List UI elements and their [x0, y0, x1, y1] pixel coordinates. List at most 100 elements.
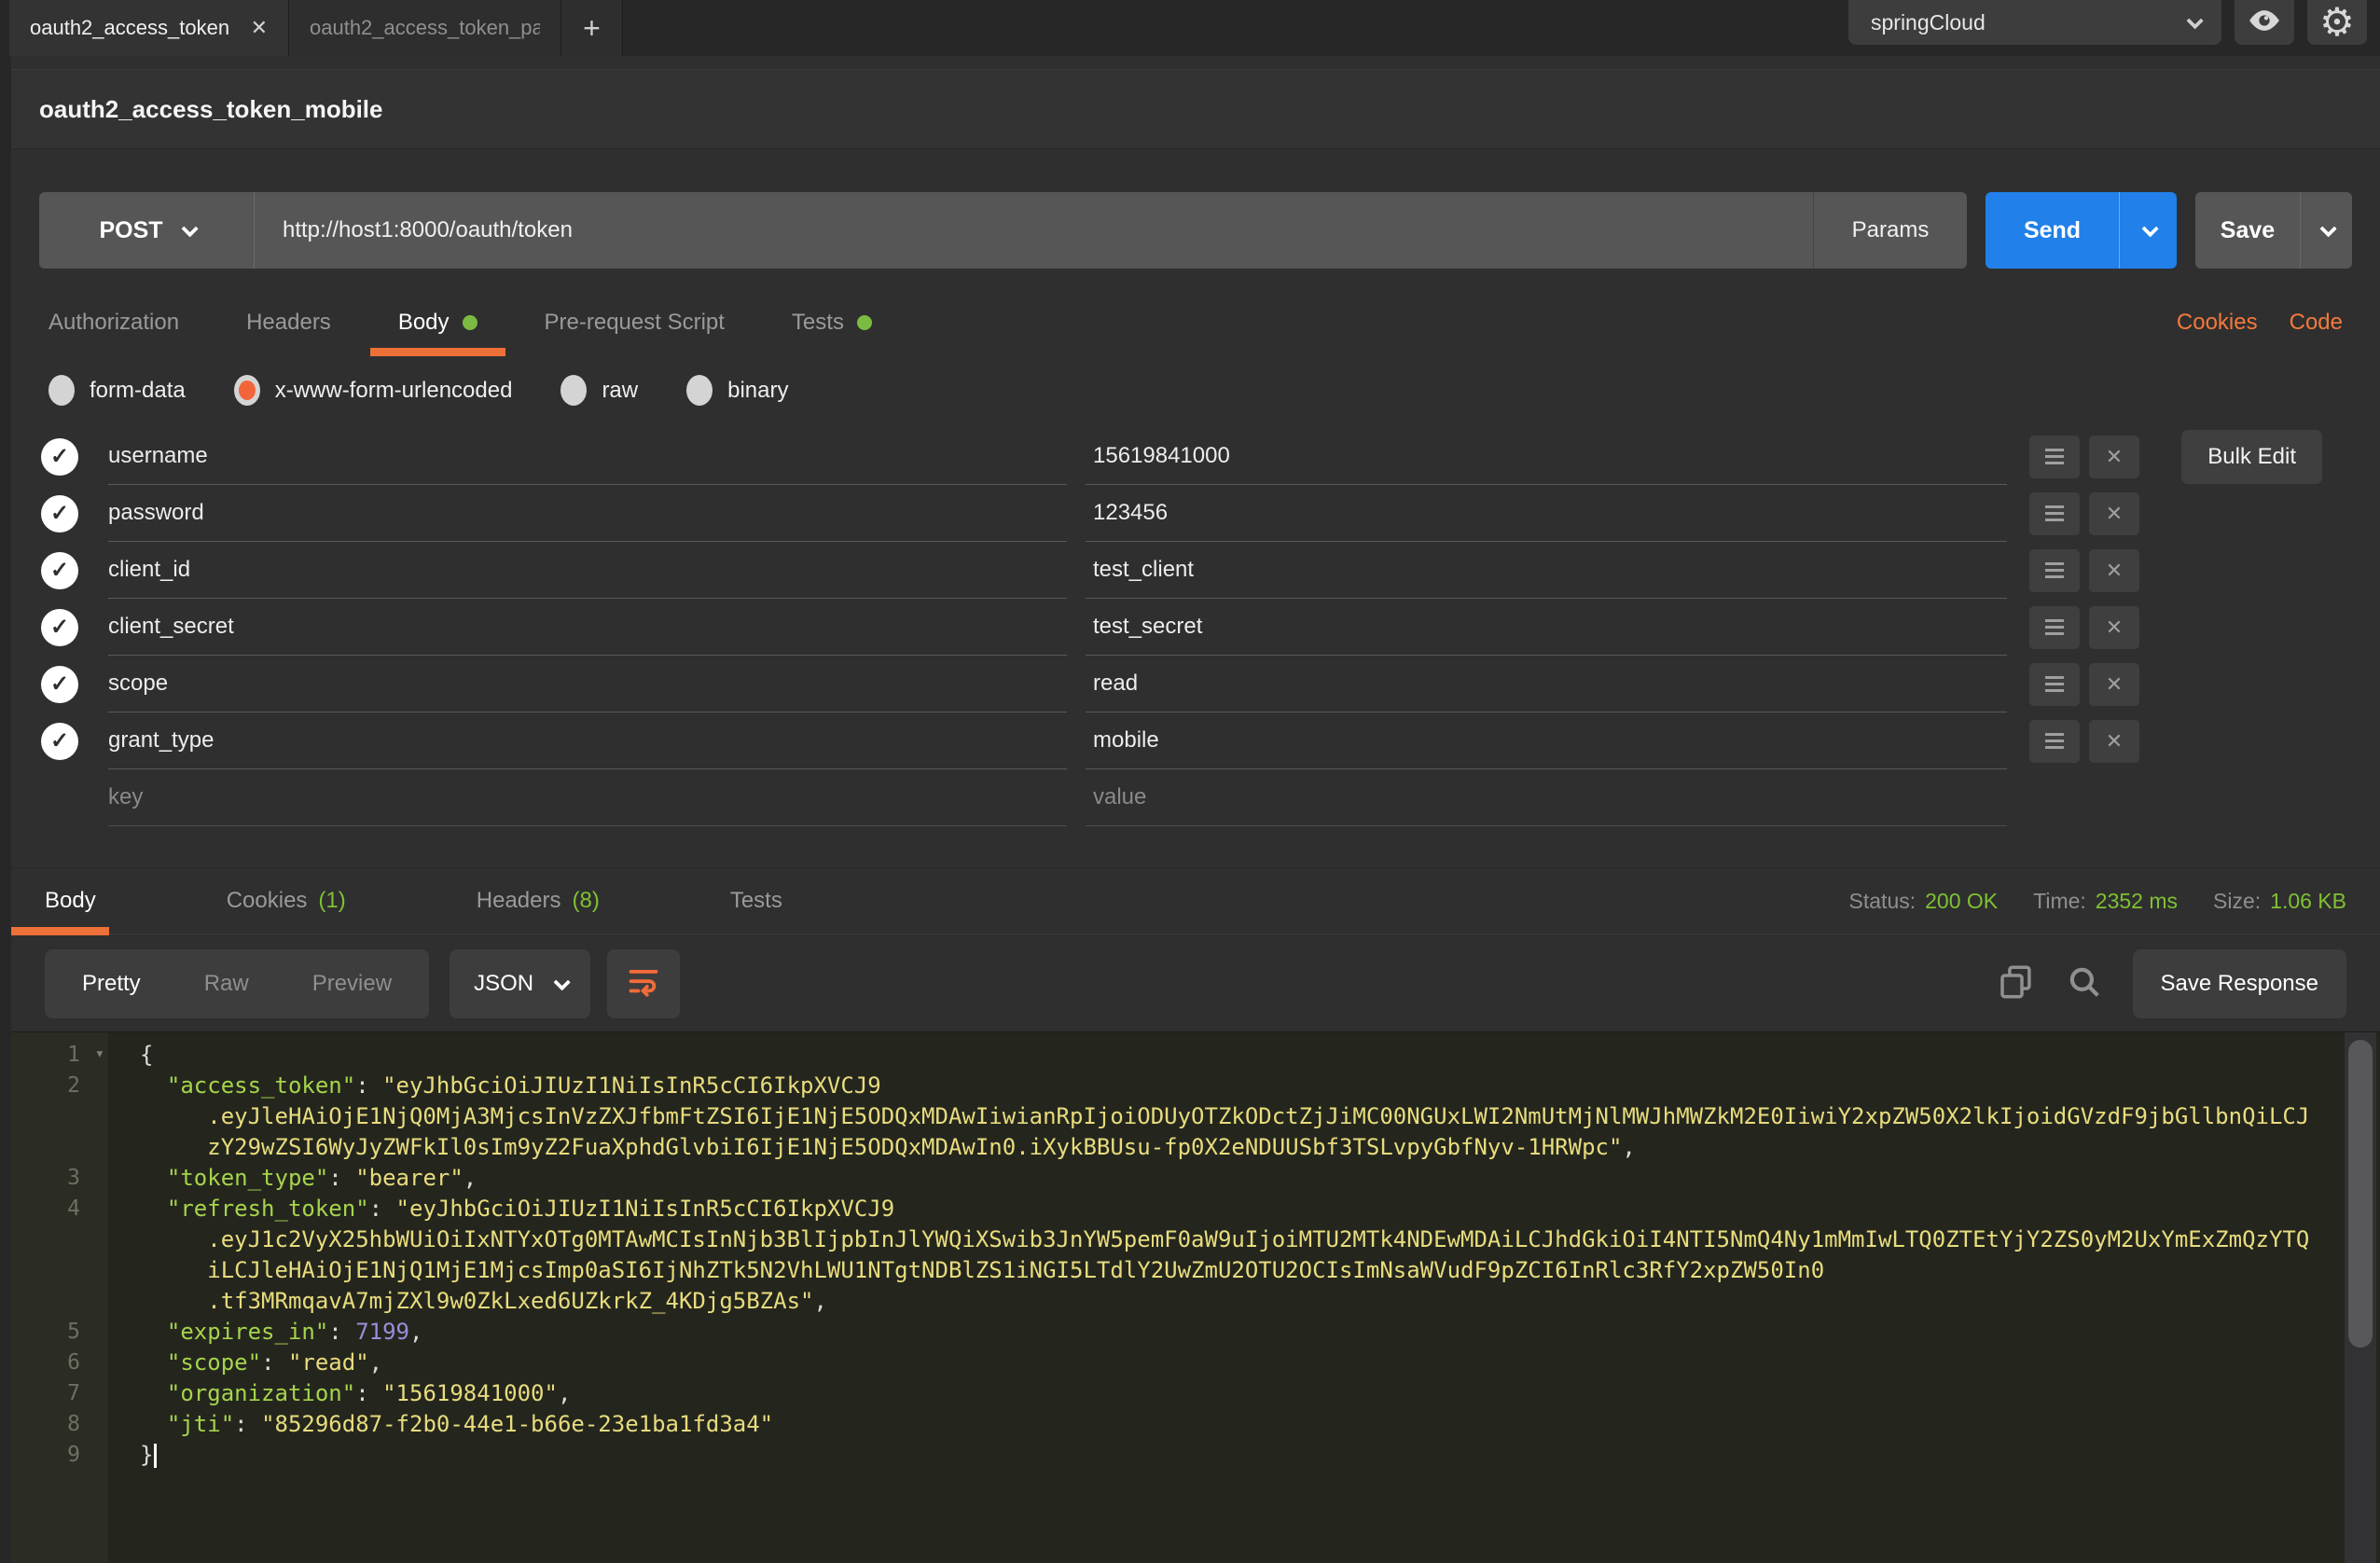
format-select[interactable]: JSON [450, 949, 590, 1018]
new-tab-button[interactable]: + [561, 0, 623, 56]
mode-form-data[interactable]: form-data [48, 375, 186, 406]
tab-tests[interactable]: Tests [792, 310, 872, 336]
send-button[interactable]: Send [1986, 192, 2119, 269]
scrollbar-thumb[interactable] [2348, 1040, 2373, 1348]
param-drag-handle[interactable] [2029, 549, 2080, 592]
code-line: zY29wZSI6WyJyZWFkIl0sIm9yZ2FuaXphdGlvbiI… [11, 1132, 2380, 1163]
param-value-field[interactable]: value [1086, 769, 2007, 826]
radio-icon[interactable] [686, 375, 713, 406]
close-icon: ✕ [2106, 672, 2123, 697]
drag-handle-icon [2045, 619, 2064, 635]
param-remove-button[interactable]: ✕ [2089, 720, 2139, 763]
param-remove-button[interactable]: ✕ [2089, 436, 2139, 478]
save-response-button[interactable]: Save Response [2133, 949, 2346, 1018]
param-drag-handle[interactable] [2029, 663, 2080, 706]
param-key-field[interactable]: scope [108, 656, 1067, 712]
mode-binary[interactable]: binary [686, 375, 788, 406]
save-options-button[interactable] [2300, 192, 2352, 269]
view-preview[interactable]: Preview [281, 971, 423, 997]
wrap-lines-button[interactable] [607, 949, 680, 1018]
bulk-edit-button[interactable]: Bulk Edit [2181, 430, 2322, 484]
param-checkbox[interactable]: ✓ [11, 428, 108, 485]
param-key-field[interactable]: password [108, 485, 1067, 542]
params-button[interactable]: Params [1813, 192, 1967, 269]
code-link[interactable]: Code [2290, 310, 2343, 336]
param-checkbox[interactable]: ✓ [11, 485, 108, 542]
request-tab-active[interactable]: oauth2_access_token_ ✕ [9, 0, 289, 56]
save-button[interactable]: Save [2195, 192, 2300, 269]
param-key-field[interactable]: username [108, 428, 1067, 485]
drag-handle-icon [2045, 562, 2064, 578]
param-row: ✓ username 15619841000 ✕ [11, 428, 2380, 485]
chevron-down-icon [2141, 220, 2158, 237]
url-input[interactable]: http://host1:8000/oauth/token [254, 192, 1813, 269]
cookies-link[interactable]: Cookies [2177, 310, 2258, 336]
tab-body[interactable]: Body [398, 310, 477, 336]
format-label: JSON [474, 971, 533, 997]
method-select[interactable]: POST [39, 192, 254, 269]
text-cursor [154, 1444, 157, 1468]
param-checkbox[interactable]: ✓ [11, 542, 108, 599]
param-value-field[interactable]: test_secret [1086, 599, 2007, 656]
param-key-field[interactable]: client_secret [108, 599, 1067, 656]
radio-icon[interactable] [48, 375, 75, 406]
param-key-field[interactable]: client_id [108, 542, 1067, 599]
line-number: 7 [11, 1378, 108, 1409]
environment-preview-button[interactable] [2235, 0, 2294, 45]
param-drag-handle[interactable] [2029, 436, 2080, 478]
copy-button[interactable] [1995, 963, 2036, 1004]
param-remove-button[interactable]: ✕ [2089, 549, 2139, 592]
response-tab-cookies[interactable]: Cookies (1) [227, 888, 346, 914]
code-line: 5 "expires_in": 7199, [11, 1317, 2380, 1348]
view-raw[interactable]: Raw [173, 971, 281, 997]
param-remove-button[interactable]: ✕ [2089, 492, 2139, 535]
response-body-viewer[interactable]: 1▾{2 "access_token": "eyJhbGciOiJIUzI1Ni… [11, 1031, 2380, 1563]
param-remove-button[interactable]: ✕ [2089, 606, 2139, 649]
line-number [11, 1286, 108, 1317]
tab-pre-request-script[interactable]: Pre-request Script [545, 310, 725, 336]
code-line: 1▾{ [11, 1040, 2380, 1071]
bulk-edit-label: Bulk Edit [2207, 444, 2296, 470]
fold-caret-icon[interactable]: ▾ [95, 1039, 104, 1070]
close-icon: ✕ [2106, 445, 2123, 469]
scrollbar-track[interactable] [2345, 1032, 2376, 1563]
param-value-field[interactable]: mobile [1086, 712, 2007, 769]
param-key-field[interactable]: key [108, 769, 1067, 826]
mode-raw[interactable]: raw [560, 375, 638, 406]
environment-select[interactable]: springCloud [1848, 0, 2221, 45]
param-drag-handle[interactable] [2029, 720, 2080, 763]
response-tab-body[interactable]: Body [45, 888, 96, 914]
param-value-field[interactable]: 15619841000 [1086, 428, 2007, 485]
param-value-field[interactable]: 123456 [1086, 485, 2007, 542]
settings-button[interactable]: ⚙ [2307, 0, 2367, 45]
param-value-field[interactable]: read [1086, 656, 2007, 712]
radio-icon[interactable] [560, 375, 587, 406]
radio-selected-icon[interactable] [234, 375, 260, 406]
send-options-button[interactable] [2119, 192, 2177, 269]
param-remove-button[interactable]: ✕ [2089, 663, 2139, 706]
tab-headers[interactable]: Headers [246, 310, 331, 336]
request-name-bar: oauth2_access_token_mobile [11, 69, 2380, 149]
response-tab-headers[interactable]: Headers (8) [477, 888, 600, 914]
tab-authorization[interactable]: Authorization [48, 310, 179, 336]
search-button[interactable] [2064, 963, 2105, 1004]
param-drag-handle[interactable] [2029, 492, 2080, 535]
param-checkbox[interactable]: ✓ [11, 712, 108, 769]
code-text: { [108, 1040, 153, 1071]
line-number [11, 1132, 108, 1163]
param-drag-handle[interactable] [2029, 606, 2080, 649]
request-tab-inactive[interactable]: oauth2_access_token_passv [289, 0, 561, 56]
view-pretty[interactable]: Pretty [50, 971, 173, 997]
close-icon: ✕ [2106, 729, 2123, 754]
mode-x-www-form-urlencoded[interactable]: x-www-form-urlencoded [234, 375, 513, 406]
param-value-field[interactable]: test_client [1086, 542, 2007, 599]
time-value: 2352 ms [2096, 889, 2178, 914]
close-icon[interactable]: ✕ [251, 16, 268, 40]
param-checkbox[interactable]: ✓ [11, 656, 108, 712]
response-tab-tests[interactable]: Tests [730, 888, 782, 914]
check-icon: ✓ [50, 614, 69, 641]
param-key-field[interactable]: grant_type [108, 712, 1067, 769]
mode-label: binary [727, 378, 788, 404]
param-checkbox[interactable]: ✓ [11, 599, 108, 656]
line-number [11, 1101, 108, 1132]
